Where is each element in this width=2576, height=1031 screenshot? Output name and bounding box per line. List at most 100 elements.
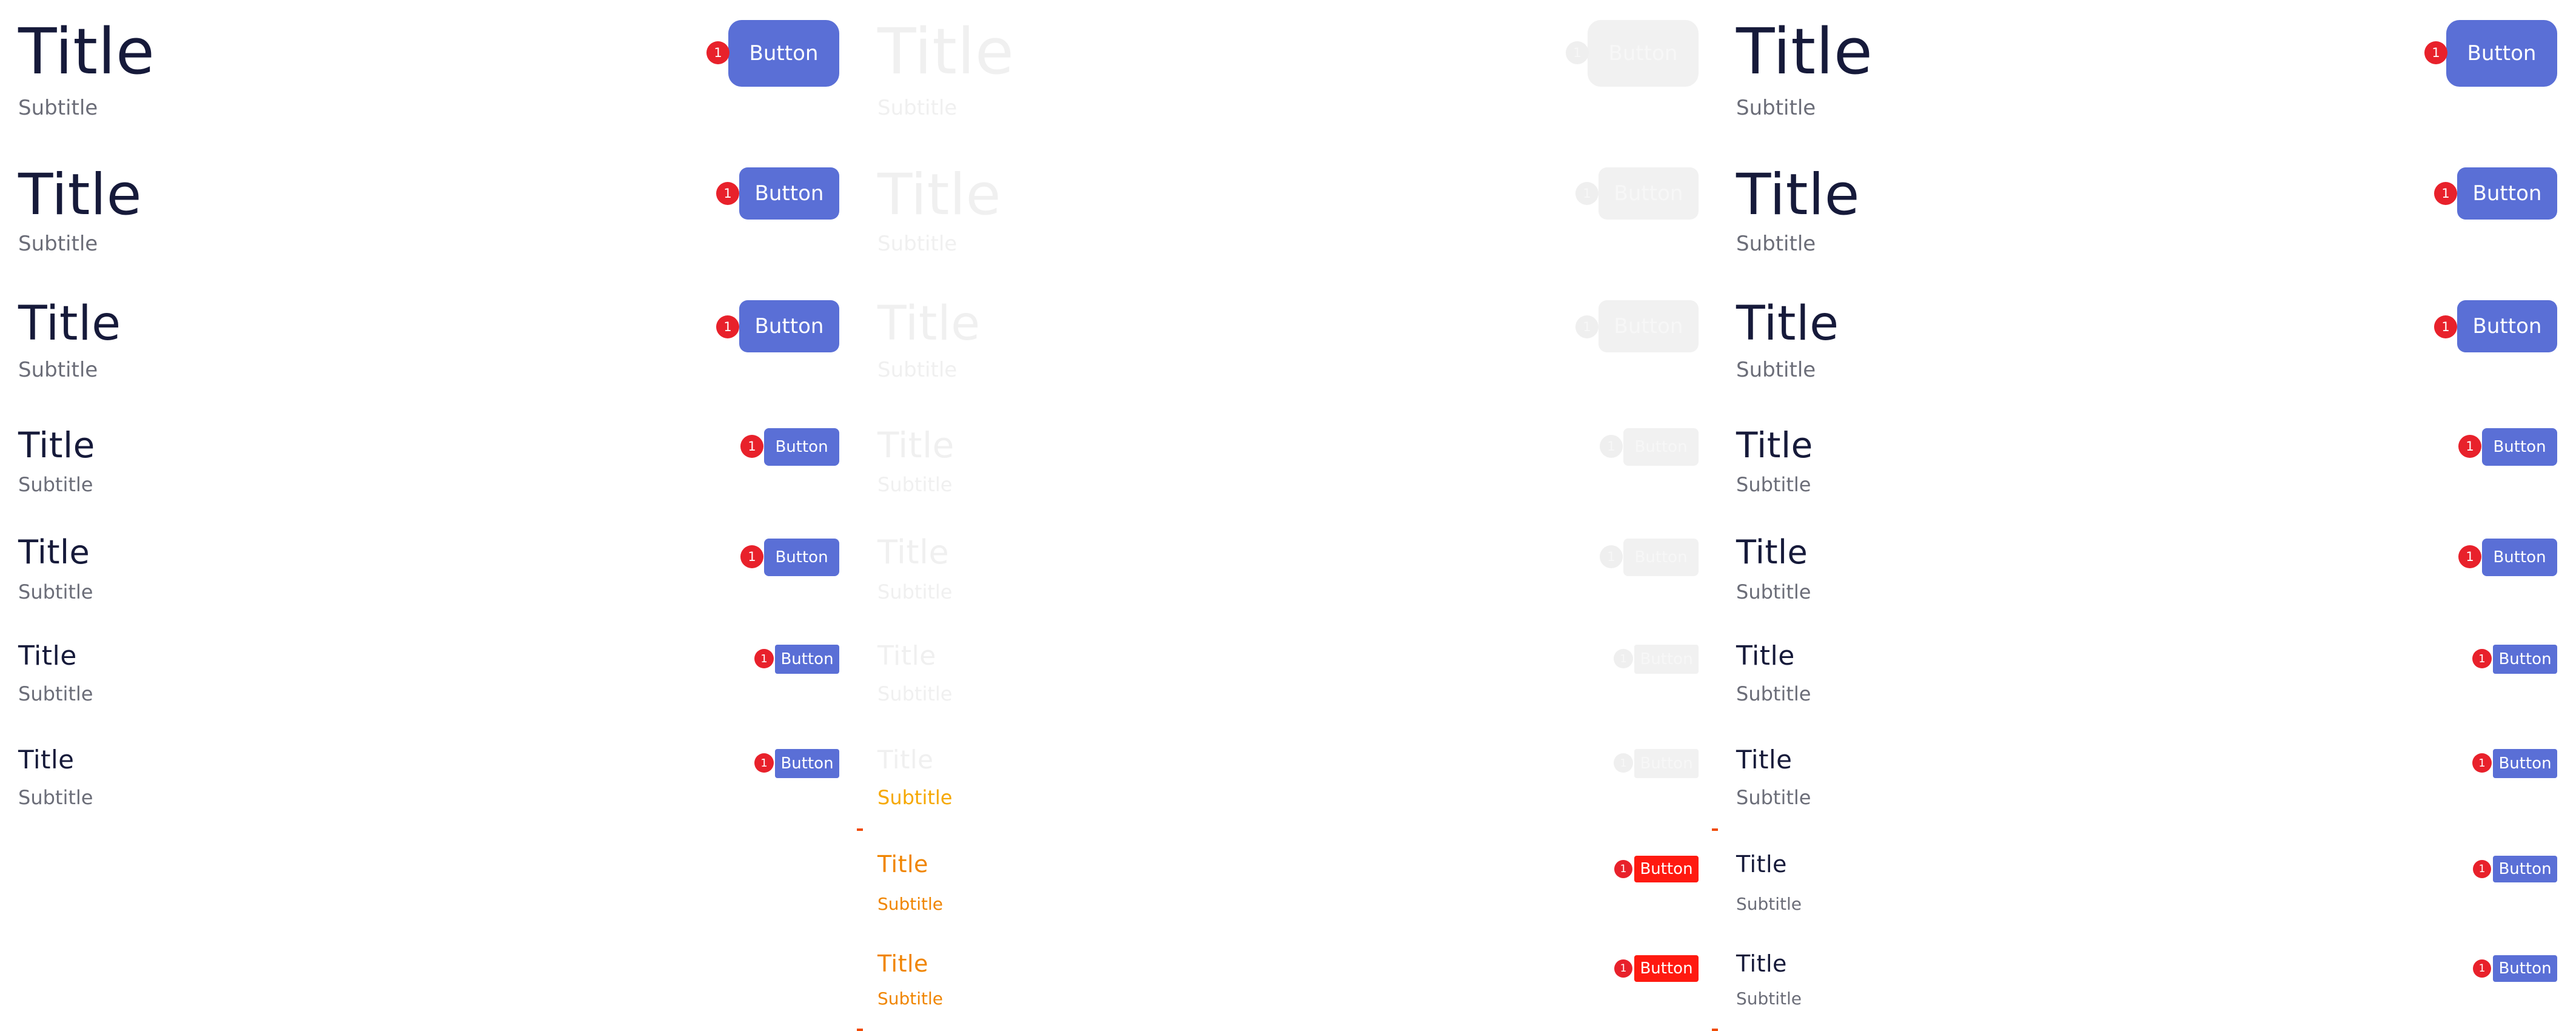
action-button[interactable]: Button [764, 428, 839, 466]
notification-badge: 1 [706, 41, 730, 64]
item-title: Title [877, 425, 954, 466]
item-title: Title [1736, 15, 1873, 89]
item-title: Title [1736, 640, 1795, 671]
action-button[interactable]: Button [2493, 645, 2557, 674]
notification-badge: 1 [2473, 860, 2491, 878]
action-button[interactable]: Button [2493, 856, 2557, 882]
item-subtitle: Subtitle [877, 786, 953, 809]
corner-mark [857, 822, 863, 831]
notification-badge: 1 [716, 182, 739, 205]
item-subtitle: Subtitle [18, 786, 93, 809]
notification-badge: 1 [2472, 753, 2492, 773]
notification-badge: 1 [1575, 315, 1598, 338]
action-button[interactable]: Button [739, 300, 839, 352]
notification-badge: 1 [1566, 41, 1589, 64]
item-subtitle: Subtitle [877, 473, 953, 496]
action-button[interactable]: Button [775, 749, 839, 778]
item-subtitle: Subtitle [1736, 96, 1816, 120]
action-button: Button [1623, 428, 1699, 466]
item-title: Title [18, 15, 155, 89]
action-button[interactable]: Button [2457, 300, 2557, 352]
notification-badge: 1 [2434, 315, 2457, 338]
item-title: Title [18, 533, 90, 571]
action-button: Button [1598, 300, 1699, 352]
item-title: Title [18, 745, 75, 774]
notification-badge: 1 [1575, 182, 1598, 205]
item-title: Title [877, 15, 1015, 89]
action-button[interactable]: Button [764, 539, 839, 576]
item-title: Title [18, 425, 95, 466]
item-subtitle: Subtitle [1736, 989, 1802, 1009]
corner-mark [857, 1023, 863, 1031]
item-subtitle: Subtitle [877, 894, 944, 914]
item-subtitle: Subtitle [1736, 473, 1811, 496]
action-button[interactable]: Button [1634, 856, 1699, 882]
action-button: Button [1598, 167, 1699, 220]
action-button[interactable]: Button [1634, 955, 1699, 982]
notification-badge: 1 [1614, 649, 1633, 668]
action-button: Button [1634, 645, 1699, 674]
item-subtitle: Subtitle [877, 232, 958, 256]
item-subtitle: Subtitle [1736, 358, 1816, 382]
item-subtitle: Subtitle [18, 682, 93, 705]
notification-badge: 1 [2424, 41, 2447, 64]
action-button: Button [1588, 20, 1699, 87]
item-subtitle: Subtitle [1736, 894, 1802, 914]
notification-badge: 1 [740, 545, 763, 568]
item-title: Title [1736, 533, 1808, 571]
notification-badge: 1 [754, 649, 774, 668]
notification-badge: 1 [716, 315, 739, 338]
action-button[interactable]: Button [2482, 539, 2557, 576]
notification-badge: 1 [1600, 545, 1623, 568]
column-disabled [859, 0, 1699, 826]
action-button[interactable]: Button [739, 167, 839, 220]
notification-badge: 1 [1614, 860, 1632, 878]
notification-badge: 1 [2458, 545, 2481, 568]
item-subtitle: Subtitle [18, 96, 98, 120]
notification-badge: 1 [2473, 959, 2491, 978]
action-button[interactable]: Button [728, 20, 839, 87]
notification-badge: 1 [1614, 753, 1633, 773]
action-button[interactable]: Button [2493, 749, 2557, 778]
item-title: Title [877, 162, 1001, 228]
item-subtitle: Subtitle [18, 358, 98, 382]
notification-badge: 1 [754, 753, 774, 773]
notification-badge: 1 [2434, 182, 2457, 205]
item-subtitle: Subtitle [18, 232, 98, 256]
item-title: Title [1736, 162, 1860, 228]
action-button[interactable]: Button [2482, 428, 2557, 466]
column-normal-alt [1718, 0, 2557, 826]
item-title: Title [877, 851, 928, 878]
notification-badge: 1 [1614, 959, 1632, 978]
item-subtitle: Subtitle [1736, 786, 1811, 809]
item-title: Title [1736, 745, 1793, 774]
item-title: Title [877, 533, 950, 571]
action-button[interactable]: Button [2457, 167, 2557, 220]
column-normal [0, 0, 839, 826]
item-subtitle: Subtitle [18, 473, 93, 496]
item-title: Title [18, 297, 121, 351]
item-title: Title [877, 297, 981, 351]
item-subtitle: Subtitle [18, 580, 93, 603]
item-title: Title [18, 640, 77, 671]
item-subtitle: Subtitle [1736, 580, 1811, 603]
action-button: Button [1623, 539, 1699, 576]
action-button[interactable]: Button [2493, 955, 2557, 982]
notification-badge: 1 [2472, 649, 2492, 668]
action-button: Button [1634, 749, 1699, 778]
notification-badge: 1 [1600, 435, 1623, 458]
action-button[interactable]: Button [2446, 20, 2557, 87]
item-title: Title [1736, 425, 1813, 466]
corner-mark [1712, 822, 1718, 831]
notification-badge: 1 [2458, 435, 2481, 458]
item-title: Title [18, 162, 142, 228]
item-title: Title [877, 640, 936, 671]
item-title: Title [877, 950, 928, 977]
action-button[interactable]: Button [775, 645, 839, 674]
item-title: Title [877, 745, 934, 774]
item-subtitle: Subtitle [877, 358, 958, 382]
item-subtitle: Subtitle [1736, 232, 1816, 256]
item-title: Title [1736, 297, 1839, 351]
item-subtitle: Subtitle [1736, 682, 1811, 705]
item-subtitle: Subtitle [877, 682, 953, 705]
